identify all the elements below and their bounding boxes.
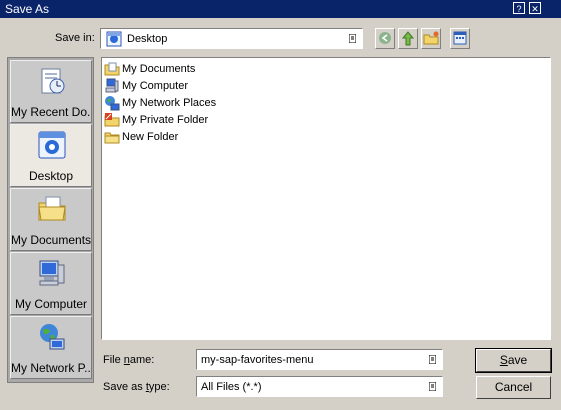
desktop-icon [38,131,66,159]
desktop-icon [106,31,122,47]
save-type-label: Save as type: [103,381,170,393]
up-folder-icon [401,31,415,46]
file-name-input[interactable]: my-sap-favorites-menu [196,349,443,370]
file-name-text: New Folder [122,131,179,143]
help-button[interactable]: ? [513,2,525,14]
new-folder-icon [423,31,439,45]
folder-icon [104,132,120,144]
places-label: My Documents [11,233,91,247]
file-name-text: My Computer [122,80,189,92]
view-menu-icon [453,31,467,45]
save-in-value: Desktop [127,33,168,45]
my-computer-icon [105,78,119,93]
places-bar: My Recent Do... Desktop My Documents My … [7,57,94,383]
back-icon [379,32,391,44]
chevron-down-icon[interactable] [429,382,436,391]
places-label: My Computer [14,297,88,311]
file-name-text: My Private Folder [122,114,209,126]
save-type-value: All Files (*.*) [201,381,262,393]
save-in-combo[interactable]: Desktop [100,28,363,49]
save-in-label: Save in: [55,32,95,44]
file-name-text: My Documents [122,63,196,75]
file-name-label: File name: [103,354,155,366]
network-places-icon [40,324,65,350]
places-my-documents[interactable]: My Documents [10,188,92,251]
places-label: My Recent Do... [11,105,91,119]
file-name-value: my-sap-favorites-menu [201,354,314,366]
places-network[interactable]: My Network P... [10,316,92,379]
private-folder-icon [104,113,120,127]
places-label: My Network P... [11,361,91,375]
chevron-down-icon [349,34,356,43]
save-button[interactable]: Save [475,348,552,373]
places-desktop[interactable]: Desktop [10,124,92,187]
view-menu-button[interactable] [450,28,470,49]
places-recent[interactable]: My Recent Do... [10,60,92,123]
title-bar: Save As ? ✕ [0,0,561,18]
recent-documents-icon [41,68,65,94]
my-computer-icon [39,260,65,286]
my-documents-icon [104,62,120,76]
places-label: Desktop [28,169,74,183]
places-my-computer[interactable]: My Computer [10,252,92,315]
save-type-select[interactable]: All Files (*.*) [196,376,443,397]
chevron-down-icon[interactable] [429,355,436,364]
cancel-button[interactable]: Cancel [476,376,551,399]
close-button[interactable]: ✕ [529,2,541,14]
new-folder-button[interactable] [421,28,441,49]
file-name-text: My Network Places [122,97,217,109]
window-title: Save As [5,2,50,16]
network-places-icon [105,96,120,111]
up-folder-button[interactable] [398,28,418,49]
file-list[interactable]: My Documents My Computer My Network Plac… [101,57,551,340]
my-documents-icon [38,196,66,221]
back-button[interactable] [375,28,395,49]
